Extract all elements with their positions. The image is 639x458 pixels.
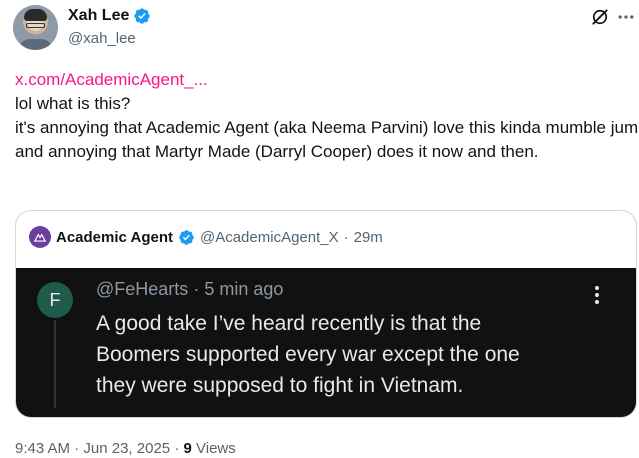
media-text: A good take I’ve heard recently is that …	[96, 308, 616, 401]
tweet-time[interactable]: 9:43 AM	[15, 440, 70, 457]
quote-verified-badge-icon	[178, 229, 195, 246]
quote-age[interactable]: 29m	[354, 229, 383, 246]
quote-avatar-logo-icon	[33, 233, 47, 242]
avatar-shirt	[18, 39, 53, 50]
author-handle[interactable]: @xah_lee	[68, 30, 136, 47]
quote-avatar[interactable]	[29, 226, 51, 248]
author-display-name[interactable]: Xah Lee	[68, 7, 129, 25]
views-count: 9	[183, 440, 192, 457]
quote-separator: ·	[343, 228, 349, 246]
media-more-icon	[591, 286, 603, 308]
quote-header: Academic Agent @AcademicAgent_X · 29m	[29, 226, 383, 248]
tweet-footer: 9:43 AM · Jun 23, 2025 · 9 Views	[15, 440, 236, 457]
media-separator: ·	[193, 279, 200, 299]
quoted-tweet-card[interactable]: Academic Agent @AcademicAgent_X · 29m F …	[15, 210, 637, 418]
media-age: 5 min ago	[204, 279, 284, 299]
grok-icon[interactable]	[590, 7, 610, 27]
more-icon[interactable]	[616, 7, 636, 27]
tweet-text: x.com/AcademicAgent_... lol what is this…	[15, 68, 639, 164]
avatar-glasses	[26, 23, 45, 28]
quote-media-image[interactable]: F @FeHearts · 5 min ago A good take I’ve…	[16, 268, 636, 417]
verified-badge-icon	[133, 7, 151, 25]
media-avatar: F	[37, 282, 73, 318]
media-handle: @FeHearts	[96, 279, 189, 299]
media-line-2: Boomers supported every war except the o…	[96, 343, 520, 366]
media-header: @FeHearts · 5 min ago	[96, 279, 283, 300]
quote-handle[interactable]: @AcademicAgent_X	[200, 229, 339, 246]
footer-separator-2: ·	[174, 440, 180, 457]
avatar-hair	[24, 9, 47, 21]
views-label: Views	[196, 440, 236, 457]
author-avatar[interactable]	[13, 5, 58, 50]
tweet-line-2: it's annoying that Academic Agent (aka N…	[15, 118, 639, 137]
tweet-line-3: and annoying that Martyr Made (Darryl Co…	[15, 142, 539, 161]
media-line-1: A good take I’ve heard recently is that …	[96, 312, 482, 335]
quote-display-name[interactable]: Academic Agent	[56, 229, 173, 246]
tweet-line-1: lol what is this?	[15, 94, 131, 113]
author-name-row: Xah Lee	[68, 7, 151, 25]
media-line-3: they were supposed to fight in Vietnam.	[96, 374, 464, 397]
media-thread-line	[54, 320, 56, 408]
tweet-date[interactable]: Jun 23, 2025	[83, 440, 170, 457]
footer-separator: ·	[74, 440, 80, 457]
tweet-link[interactable]: x.com/AcademicAgent_...	[15, 68, 630, 92]
